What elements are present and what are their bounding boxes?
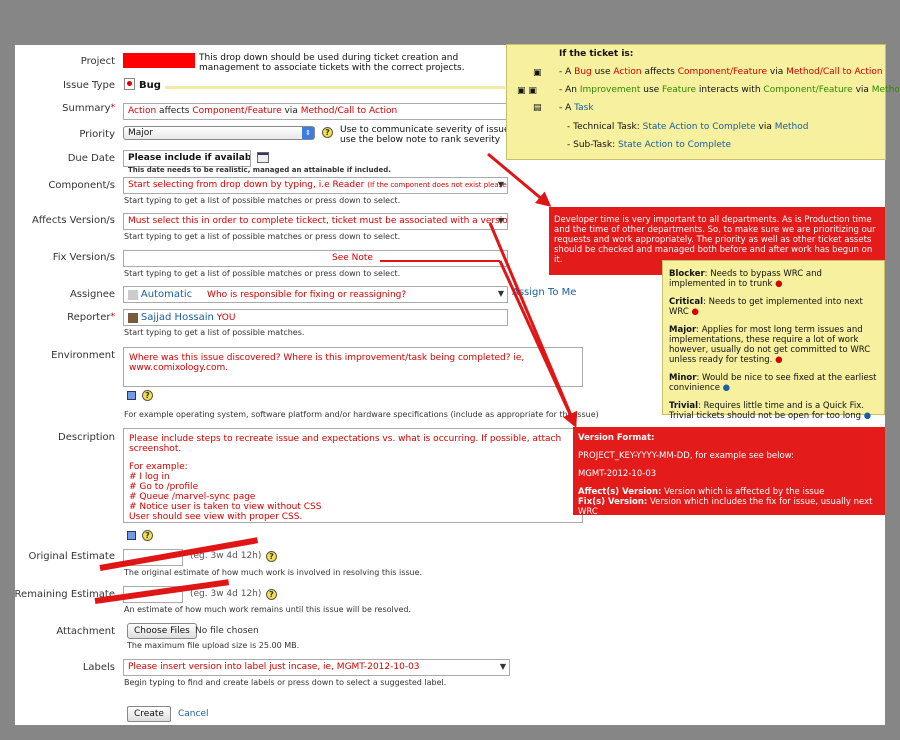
arrow-fix-to-version	[498, 260, 577, 428]
annotation-arrows	[380, 152, 578, 428]
arrow-to-dev-note	[487, 152, 552, 207]
